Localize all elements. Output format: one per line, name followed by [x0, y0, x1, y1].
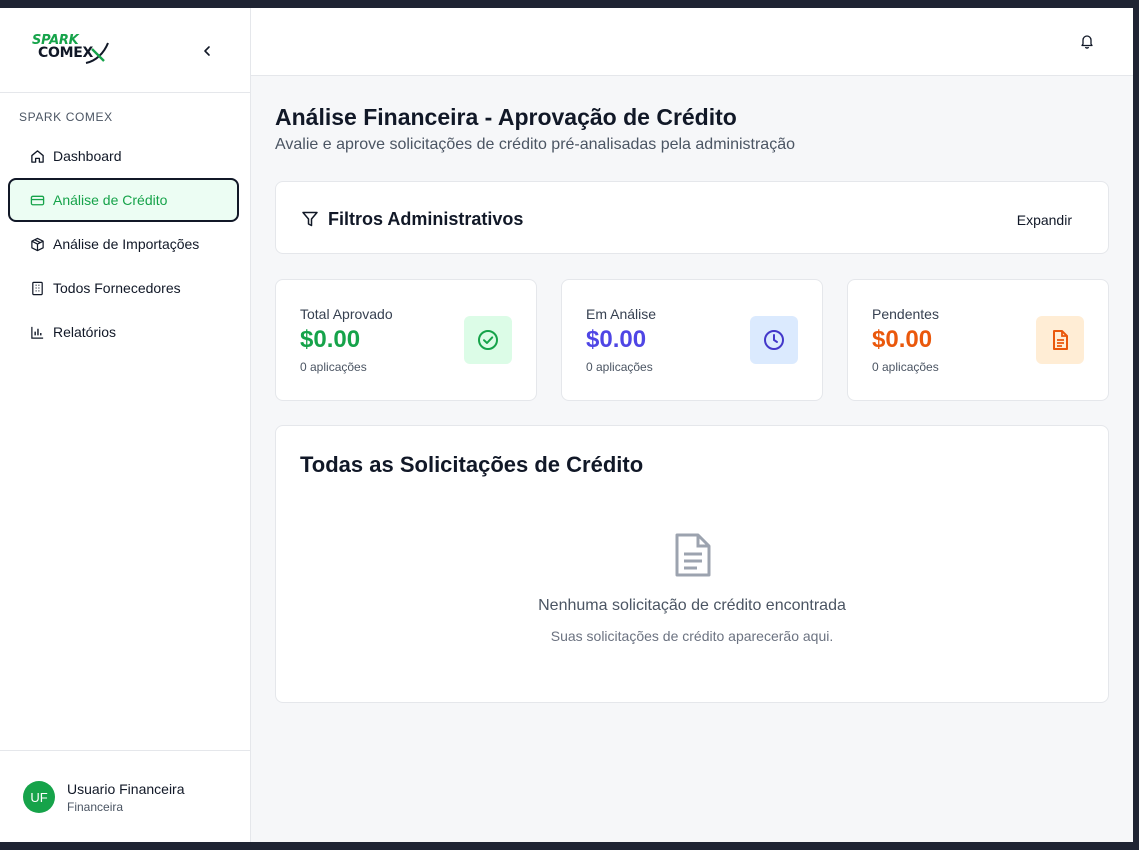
- sidebar-nav: Dashboard Análise de Crédito Análise de …: [8, 134, 239, 354]
- empty-document-icon: [673, 532, 713, 583]
- home-icon: [29, 148, 45, 164]
- filter-icon: [301, 210, 319, 233]
- stat-label: Total Aprovado: [300, 306, 393, 322]
- clock-icon: [750, 316, 798, 364]
- filters-title: Filtros Administrativos: [328, 209, 524, 229]
- sidebar-item-label: Análise de Crédito: [53, 192, 168, 208]
- sidebar-item-fornecedores[interactable]: Todos Fornecedores: [8, 266, 239, 310]
- sidebar-item-label: Relatórios: [53, 324, 117, 340]
- user-role: Financeira: [67, 800, 124, 814]
- user-profile[interactable]: UF Usuario Financeira Financeira: [0, 750, 250, 842]
- sidebar-item-label: Todos Fornecedores: [53, 280, 181, 296]
- check-circle-icon: [464, 316, 512, 364]
- requests-title: Todas as Solicitações de Crédito: [300, 452, 644, 477]
- stat-value: $0.00: [300, 326, 361, 353]
- top-bar: [251, 8, 1133, 76]
- expand-filters-button[interactable]: Expandir: [1017, 212, 1072, 228]
- sidebar-item-analise-credito[interactable]: Análise de Crédito: [8, 178, 239, 222]
- stat-count: 0 aplicações: [300, 360, 367, 374]
- page-subtitle: Avalie e aprove solicitações de crédito …: [275, 136, 795, 153]
- bell-icon[interactable]: [1079, 33, 1097, 51]
- avatar: UF: [23, 781, 55, 813]
- page-title: Análise Financeira - Aprovação de Crédit…: [275, 104, 737, 130]
- bar-chart-icon: [29, 324, 45, 340]
- credit-requests-panel: Todas as Solicitações de Crédito Nenhuma…: [275, 425, 1109, 703]
- package-icon: [29, 236, 45, 252]
- sidebar-section-label: SPARK COMEX: [19, 110, 113, 124]
- stat-count: 0 aplicações: [872, 360, 939, 374]
- sidebar-item-dashboard[interactable]: Dashboard: [8, 134, 239, 178]
- app-window: SPARK COMEX SPARK COMEX Dashboard Anális…: [0, 8, 1133, 842]
- document-icon: [1036, 316, 1084, 364]
- stat-value: $0.00: [586, 326, 647, 353]
- spark-comex-logo: SPARK COMEX: [32, 33, 114, 69]
- collapse-sidebar-button[interactable]: [196, 40, 218, 62]
- stat-value: $0.00: [872, 326, 933, 353]
- sidebar-item-label: Dashboard: [53, 148, 122, 164]
- chevron-left-icon: [204, 46, 210, 56]
- sidebar-item-label: Análise de Importações: [53, 236, 200, 252]
- stat-card-pendentes: Pendentes $0.00 0 aplicações: [847, 279, 1109, 401]
- logo-swoosh-icon: [85, 42, 109, 64]
- empty-state-subtitle: Suas solicitações de crédito aparecerão …: [550, 628, 834, 644]
- credit-card-icon: [29, 192, 45, 208]
- building-icon: [29, 280, 45, 296]
- stat-label: Pendentes: [872, 306, 939, 322]
- sidebar-item-relatorios[interactable]: Relatórios: [8, 310, 239, 354]
- filters-panel: Filtros Administrativos Expandir: [275, 181, 1109, 254]
- stat-label: Em Análise: [586, 306, 657, 322]
- stat-count: 0 aplicações: [586, 360, 653, 374]
- sidebar: SPARK COMEX SPARK COMEX Dashboard Anális…: [0, 8, 251, 842]
- empty-state-title: Nenhuma solicitação de crédito encontrad…: [538, 597, 846, 614]
- stat-card-total-aprovado: Total Aprovado $0.00 0 aplicações: [275, 279, 537, 401]
- sidebar-item-analise-importacoes[interactable]: Análise de Importações: [8, 222, 239, 266]
- stat-card-em-analise: Em Análise $0.00 0 aplicações: [561, 279, 823, 401]
- logo-row: SPARK COMEX: [0, 8, 250, 93]
- user-name: Usuario Financeira: [67, 781, 185, 797]
